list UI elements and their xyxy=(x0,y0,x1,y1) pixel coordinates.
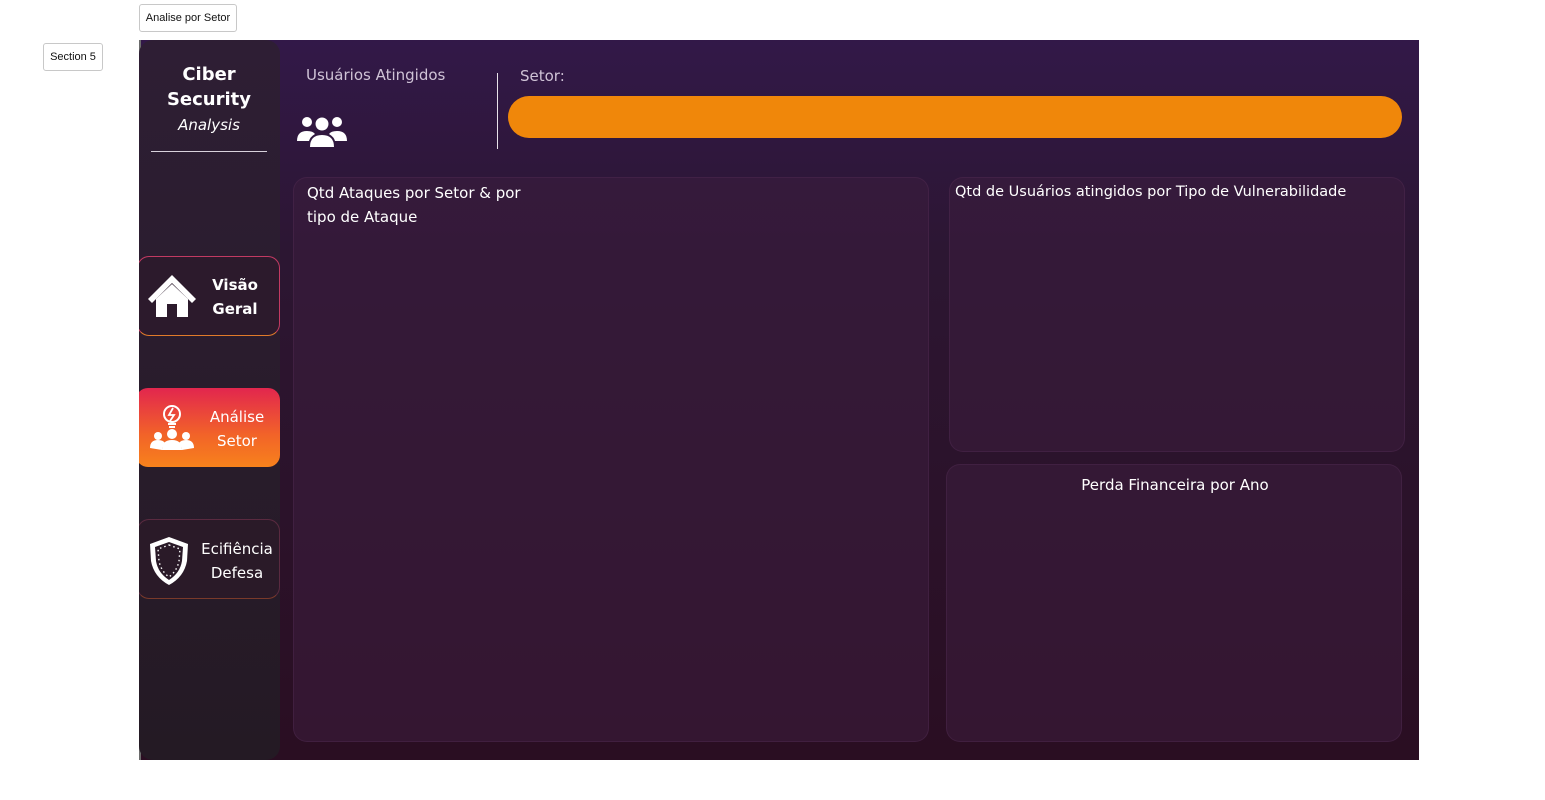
section-tab[interactable]: Section 5 xyxy=(43,43,103,71)
team-idea-icon xyxy=(150,405,194,450)
perda-financeira-panel: Perda Financeira por Ano xyxy=(946,464,1402,742)
users-icon xyxy=(297,117,347,147)
nav-analise-setor-line-2: Setor xyxy=(217,432,257,450)
brand-line-2: Security xyxy=(166,89,252,110)
sidebar: Ciber Security Analysis Visão Geral Anál… xyxy=(139,40,280,760)
ataques-por-setor-title: Qtd Ataques por Setor & por tipo de Ataq… xyxy=(307,184,521,226)
nav-analise-setor-label: Análise Setor xyxy=(196,405,278,453)
nav-analise-setor-line-1: Análise xyxy=(209,408,265,426)
nav-eficiencia-defesa-label: Ecifiência Defesa xyxy=(194,537,280,585)
nav-visao-geral-button[interactable]: Visão Geral xyxy=(139,256,280,336)
perda-financeira-title: Perda Financeira por Ano xyxy=(1081,476,1269,494)
ataques-por-setor-panel: Qtd Ataques por Setor & por tipo de Ataq… xyxy=(293,177,929,742)
shield-icon xyxy=(150,537,188,585)
brand-divider xyxy=(151,151,267,152)
page-tab-analise-por-setor[interactable]: Analise por Setor xyxy=(139,4,237,32)
usuarios-por-vulnerabilidade-panel: Qtd de Usuários atingidos por Tipo de Vu… xyxy=(949,177,1405,452)
nav-analise-setor-button[interactable]: Análise Setor xyxy=(139,388,280,467)
nav-eficiencia-defesa-button[interactable]: Ecifiência Defesa xyxy=(139,519,280,599)
nav-eficiencia-defesa-line-1: Ecifiência xyxy=(201,540,273,558)
nav-visao-geral-label: Visão Geral xyxy=(200,273,270,321)
brand-logo: Ciber Security Analysis xyxy=(151,62,267,136)
usuarios-por-vulnerabilidade-title: Qtd de Usuários atingidos por Tipo de Vu… xyxy=(955,184,1347,200)
nav-visao-geral-line-2: Geral xyxy=(212,300,258,318)
setor-slicer[interactable] xyxy=(508,96,1402,138)
brand-subtitle: Analysis xyxy=(178,116,240,134)
usuarios-atingidos-title: Usuários Atingidos xyxy=(306,66,446,84)
nav-eficiencia-defesa-line-2: Defesa xyxy=(210,564,264,582)
brand-line-1: Ciber xyxy=(182,64,236,85)
nav-visao-geral-line-1: Visão xyxy=(212,276,258,294)
header-divider xyxy=(497,73,498,149)
report-canvas: Ciber Security Analysis Visão Geral Anál… xyxy=(139,40,1419,760)
home-icon xyxy=(148,275,196,317)
setor-label: Setor: xyxy=(520,67,565,85)
